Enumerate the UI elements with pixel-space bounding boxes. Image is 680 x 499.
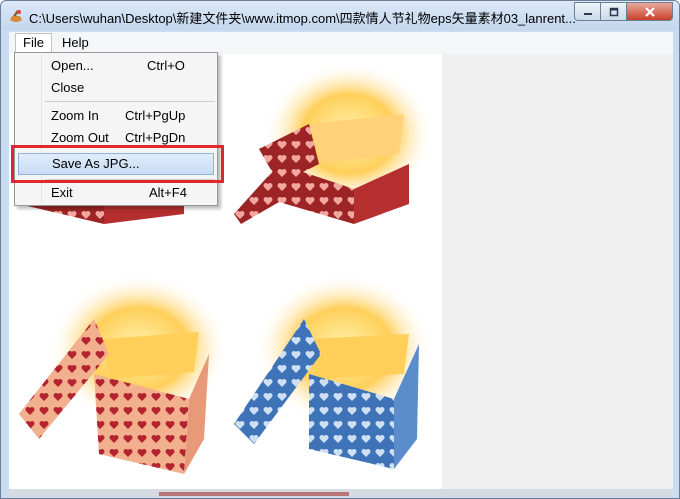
maximize-icon [609, 7, 618, 16]
app-icon[interactable] [8, 8, 24, 24]
menu-item-exit[interactable]: Exit Alt+F4 [17, 182, 215, 204]
title-bar[interactable]: C:\Users\wuhan\Desktop\新建文件夹\www.itmop.c… [1, 1, 679, 30]
red-gift-box-right [234, 62, 434, 224]
menu-item-shortcut: Ctrl+PgUp [125, 108, 186, 123]
menu-item-close[interactable]: Close [17, 77, 215, 99]
horizontal-scrollbar[interactable] [9, 489, 673, 497]
window-controls [574, 2, 673, 22]
window-title: C:\Users\wuhan\Desktop\新建文件夹\www.itmop.c… [29, 11, 576, 26]
menu-file[interactable]: File [15, 33, 52, 53]
maximize-button[interactable] [601, 2, 627, 21]
close-icon [644, 6, 655, 17]
peach-gift-box [19, 274, 229, 474]
menu-item-label: Close [51, 80, 85, 95]
menu-bar: File Help [9, 32, 673, 54]
menu-help[interactable]: Help [55, 34, 96, 52]
menu-item-label: Open... [51, 58, 94, 73]
menu-item-open[interactable]: Open... Ctrl+O [17, 55, 215, 77]
scrollbar-thumb[interactable] [159, 492, 349, 496]
menu-item-label: Exit [51, 185, 73, 200]
menu-item-label: Zoom In [51, 108, 99, 123]
annotation-highlight-box [11, 145, 224, 183]
menu-item-shortcut: Alt+F4 [149, 185, 187, 200]
blue-gift-box [234, 274, 432, 469]
menu-item-shortcut: Ctrl+O [147, 58, 185, 73]
minimize-icon [583, 12, 592, 15]
minimize-button[interactable] [574, 2, 601, 21]
close-button[interactable] [627, 2, 673, 21]
menu-separator [45, 101, 215, 102]
menu-item-zoom-in[interactable]: Zoom In Ctrl+PgUp [17, 105, 215, 127]
